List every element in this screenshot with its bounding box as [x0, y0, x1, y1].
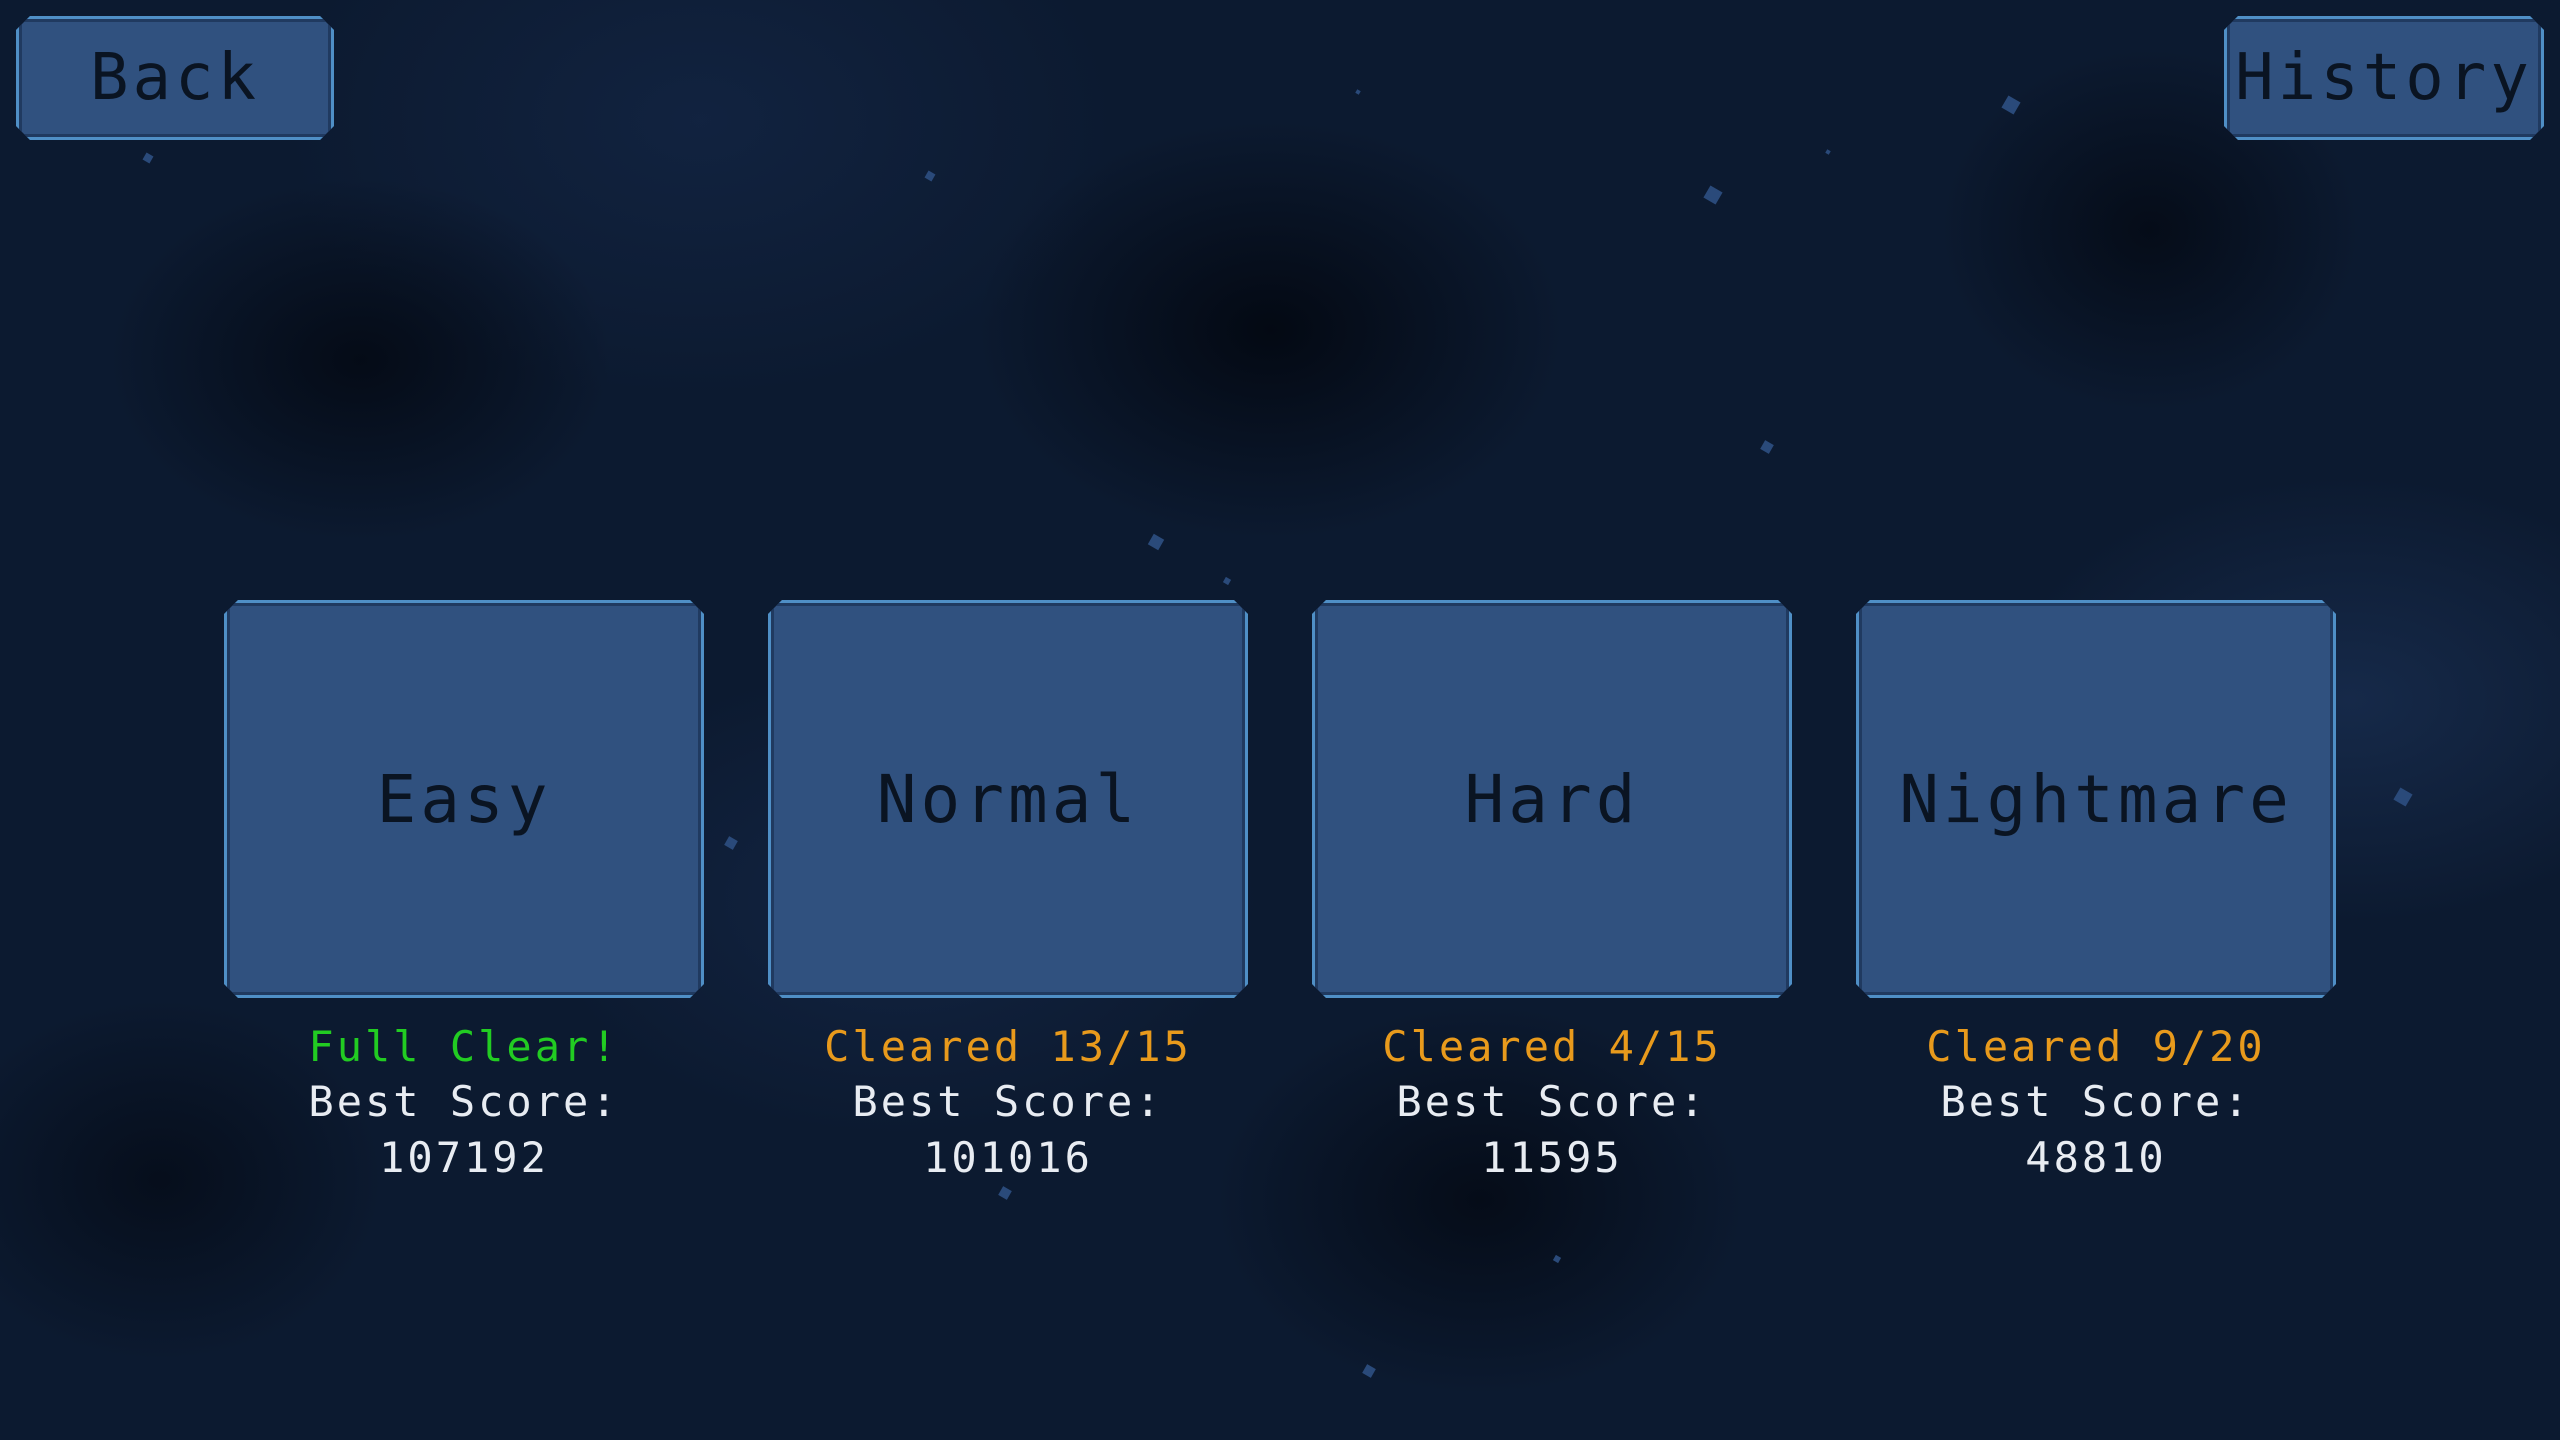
best-score: Best Score: 48810	[1940, 1077, 2252, 1182]
difficulty-nightmare: Nightmare Cleared 9/20 Best Score: 48810	[1856, 600, 2336, 1182]
difficulty-label: Hard	[1464, 760, 1640, 838]
difficulty-select: Easy Full Clear! Best Score: 107192 Norm…	[0, 600, 2560, 1182]
clear-status: Full Clear!	[308, 1022, 620, 1071]
space-debris	[1825, 149, 1831, 155]
best-score: Best Score: 101016	[852, 1077, 1164, 1182]
space-debris	[1222, 576, 1232, 586]
back-button[interactable]: Back	[16, 16, 334, 140]
difficulty-normal: Normal Cleared 13/15 Best Score: 101016	[768, 600, 1248, 1182]
space-debris	[1703, 185, 1723, 205]
difficulty-card-hard[interactable]: Hard	[1312, 600, 1792, 998]
space-debris	[1760, 440, 1774, 454]
difficulty-card-normal[interactable]: Normal	[768, 600, 1248, 998]
difficulty-label: Easy	[376, 760, 552, 838]
space-debris	[998, 1186, 1012, 1200]
clear-status: Cleared 9/20	[1926, 1022, 2266, 1071]
difficulty-card-nightmare[interactable]: Nightmare	[1856, 600, 2336, 998]
difficulty-label: Nightmare	[1899, 760, 2293, 838]
space-debris	[1355, 89, 1361, 95]
clear-status: Cleared 13/15	[824, 1022, 1192, 1071]
history-button[interactable]: History	[2224, 16, 2544, 140]
back-button-label: Back	[89, 41, 261, 115]
space-debris	[924, 170, 936, 182]
difficulty-label: Normal	[876, 760, 1140, 838]
space-debris	[1147, 533, 1165, 551]
difficulty-card-easy[interactable]: Easy	[224, 600, 704, 998]
best-score: Best Score: 11595	[1396, 1077, 1708, 1182]
space-debris	[2001, 95, 2021, 115]
clear-status: Cleared 4/15	[1382, 1022, 1722, 1071]
difficulty-hard: Hard Cleared 4/15 Best Score: 11595	[1312, 600, 1792, 1182]
space-debris	[142, 152, 154, 164]
difficulty-easy: Easy Full Clear! Best Score: 107192	[224, 600, 704, 1182]
best-score: Best Score: 107192	[308, 1077, 620, 1182]
history-button-label: History	[2235, 41, 2533, 115]
space-debris	[1552, 1254, 1562, 1264]
space-debris	[1362, 1364, 1376, 1378]
